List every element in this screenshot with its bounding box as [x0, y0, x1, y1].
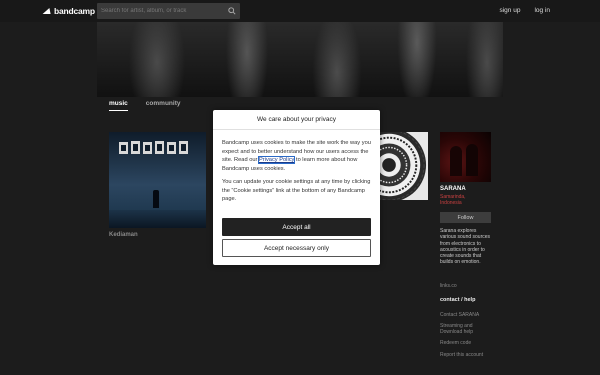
cookie-consent-dialog: We care about your privacy Bandcamp uses… — [213, 110, 380, 265]
dialog-title: We care about your privacy — [213, 110, 380, 130]
dialog-body: Bandcamp uses cookies to make the site w… — [213, 130, 380, 204]
accept-all-button[interactable]: Accept all — [222, 218, 371, 236]
cookie-paragraph-1: Bandcamp uses cookies to make the site w… — [222, 139, 371, 174]
cookie-paragraph-2: You can update your cookie settings at a… — [222, 178, 371, 203]
accept-necessary-button[interactable]: Accept necessary only — [222, 239, 371, 257]
privacy-policy-link[interactable]: Privacy Policy — [257, 155, 296, 165]
